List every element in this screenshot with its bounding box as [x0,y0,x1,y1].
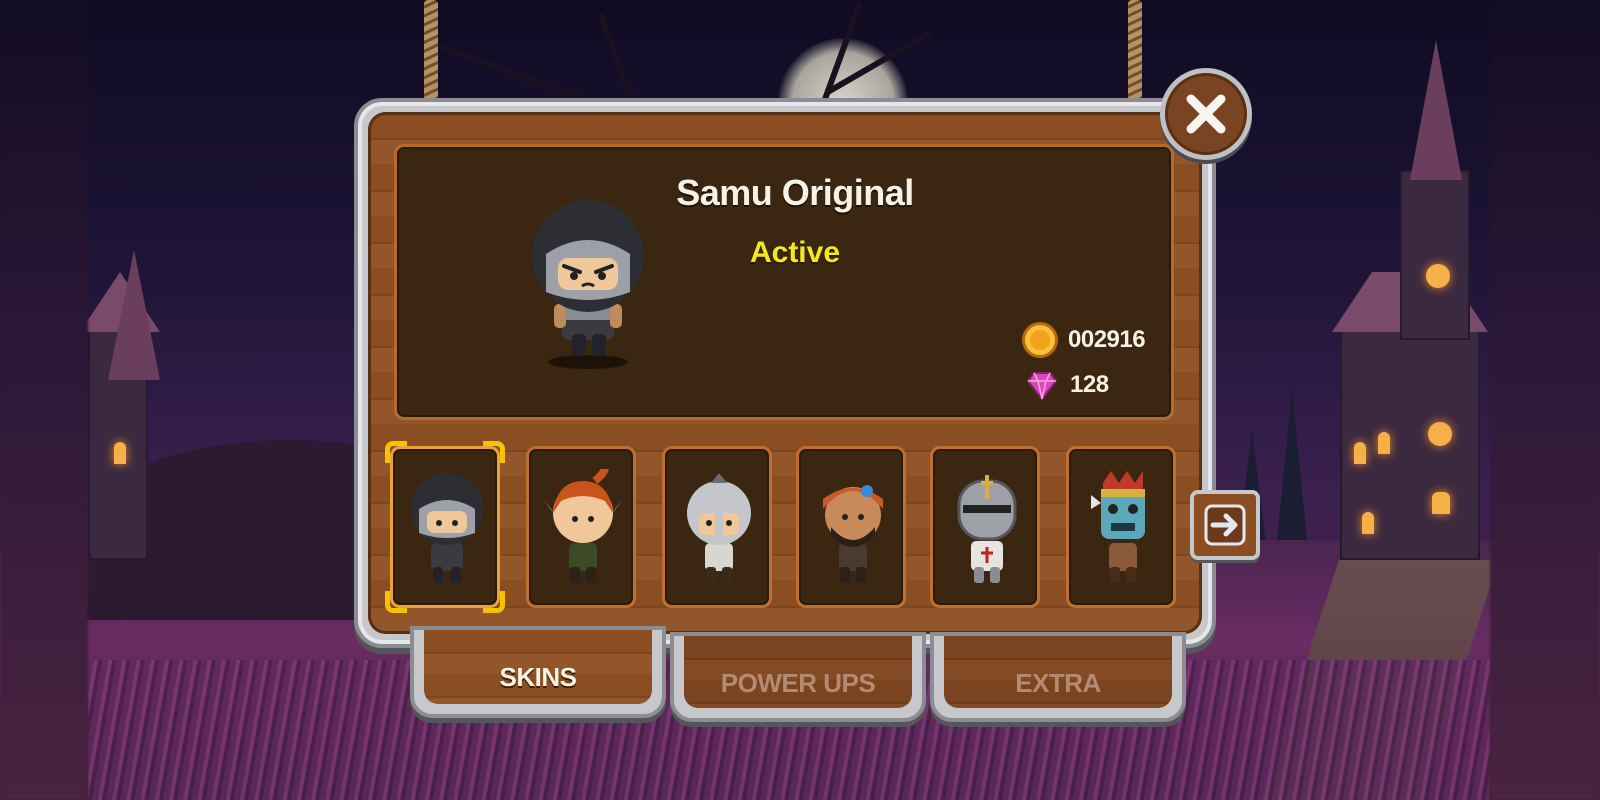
skin-slot-tribal-mask[interactable] [1066,446,1176,608]
skin-name-title: Samu Original [676,172,914,213]
blur-edge-right [1490,0,1600,800]
tab-extra[interactable]: EXTRA [930,632,1186,722]
selection-corner [483,441,505,463]
castle-spire [1410,40,1462,180]
haunted-castle [1332,272,1488,560]
lit-window [114,442,126,464]
selection-corner [483,591,505,613]
round-window [1428,422,1452,446]
coin-balance: 002916 [1022,322,1146,358]
tab-skins-label: SKINS [499,662,577,692]
blur-edge-left [0,0,88,800]
close-icon [1186,94,1226,134]
arrow-right-icon [1204,504,1246,546]
tab-power-ups[interactable]: POWER UPS [670,632,926,722]
skin-slot-desert-warrior[interactable] [796,446,906,608]
round-window [1426,264,1450,288]
coin-count: 002916 [1068,326,1146,353]
skin-slot-crusader-knight[interactable] [930,446,1040,608]
crusader-knight-portrait [957,475,1017,583]
samu-original-portrait [411,473,483,583]
spartan-portrait [687,473,751,583]
lit-window [1432,492,1450,514]
skin-slot-elf-girl[interactable] [526,446,636,608]
gem-balance: 128 [1024,369,1109,401]
tab-power-ups-label: POWER UPS [720,668,876,698]
skin-status-label: Active [749,236,841,269]
skin-slot-spartan[interactable] [662,446,772,608]
lit-window [1362,512,1374,534]
castle-tower [1400,170,1470,340]
gem-icon [1026,372,1058,401]
close-button[interactable] [1160,68,1252,160]
tab-extra-label: EXTRA [1015,668,1101,698]
desert-warrior-portrait [823,485,883,583]
selection-corner [385,591,407,613]
character-preview [532,200,644,369]
elf-girl-portrait [543,469,623,583]
lit-window [1354,442,1366,464]
tribal-mask-portrait [1091,471,1145,583]
skin-slot-samu-original[interactable] [385,441,505,613]
coin-icon [1022,322,1058,358]
selection-corner [385,441,407,463]
lit-window [1378,432,1390,454]
next-skins-button[interactable] [1190,490,1260,560]
gem-count: 128 [1070,371,1109,398]
tab-skins[interactable]: SKINS [410,626,666,718]
house-spire [108,250,160,380]
